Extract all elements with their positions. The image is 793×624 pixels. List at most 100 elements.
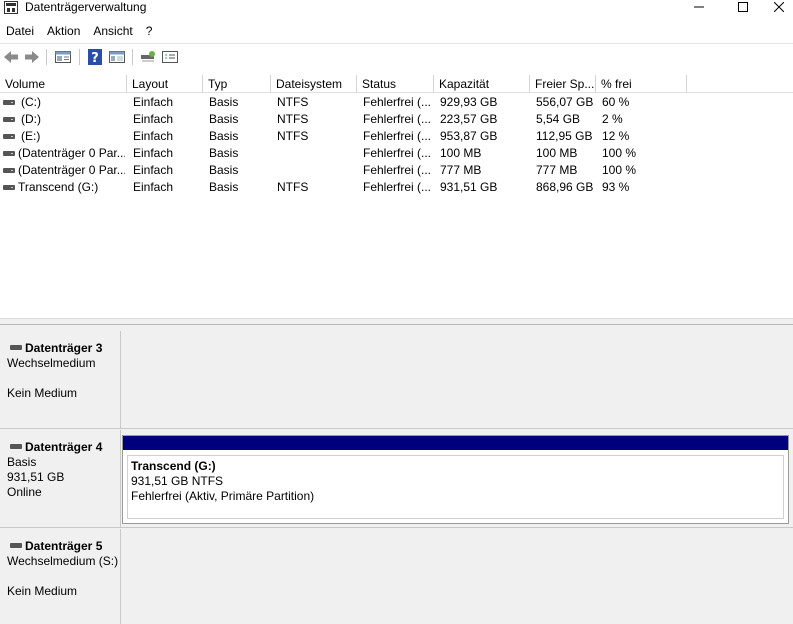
partition-block[interactable]: Transcend (G:) 931,51 GB NTFS Fehlerfrei… [122, 435, 789, 524]
cell-prozent-frei: 60 % [602, 95, 630, 109]
cell-volume: (Datenträger 0 Par... [18, 146, 125, 160]
disk-icon [10, 444, 22, 449]
cell-kapazitaet: 929,93 GB [440, 95, 498, 109]
drive-icon [3, 185, 15, 190]
disk-icon [10, 543, 22, 548]
toolbar: ? [0, 44, 793, 71]
cell-typ: Basis [209, 180, 239, 194]
back-arrow-icon[interactable] [2, 48, 20, 66]
cell-freier-speicher: 868,96 GB [536, 180, 594, 194]
column-header-typ[interactable]: Typ [203, 75, 271, 93]
drive-icon [3, 168, 15, 173]
disk-area: Transcend (G:) 931,51 GB NTFS Fehlerfrei… [122, 430, 793, 527]
rescan-icon[interactable] [139, 48, 157, 66]
cell-layout: Einfach [133, 112, 174, 126]
disk-status: Online [7, 485, 42, 499]
disk-name: Datenträger 5 [7, 539, 120, 554]
disk-name-text: Datenträger 5 [25, 539, 103, 553]
partition-title: Transcend (G:) [131, 459, 216, 473]
maximize-button[interactable] [720, 0, 766, 14]
cell-status: Fehlerfrei (... [363, 163, 432, 177]
table-row[interactable]: (C:) Einfach Basis NTFS Fehlerfrei (... … [0, 94, 793, 111]
disk-type: Wechselmedium (S:) [7, 554, 119, 568]
cell-volume: (D:) [21, 112, 41, 126]
menu-aktion[interactable]: Aktion [41, 21, 87, 42]
drive-icon [3, 151, 15, 156]
volume-list: Volume Layout Typ Dateisystem Status Kap… [0, 75, 793, 318]
cell-layout: Einfach [133, 180, 174, 194]
disk-area-empty [122, 529, 793, 624]
table-row[interactable]: (Datenträger 0 Par... Einfach Basis Fehl… [0, 162, 793, 179]
cell-kapazitaet: 223,57 GB [440, 112, 498, 126]
cell-layout: Einfach [133, 95, 174, 109]
toolbar-divider [79, 49, 80, 65]
close-icon [774, 2, 784, 12]
cell-freier-speicher: 556,07 GB [536, 95, 594, 109]
column-header-freier-speicher[interactable]: Freier Sp... [530, 75, 596, 93]
menu-bar: Datei Aktion Ansicht ? [0, 21, 793, 42]
pane-splitter[interactable] [0, 318, 793, 325]
cell-freier-speicher: 777 MB [536, 163, 578, 177]
disk-type: Basis [7, 455, 37, 469]
column-header-volume[interactable]: Volume [0, 75, 127, 93]
minimize-icon [694, 6, 704, 8]
cell-volume: Transcend (G:) [18, 180, 99, 194]
console-view-icon[interactable] [108, 48, 126, 66]
forward-arrow-icon[interactable] [23, 48, 41, 66]
column-header-dateisystem[interactable]: Dateisystem [271, 75, 357, 93]
maximize-icon [738, 2, 748, 12]
minimize-button[interactable] [676, 0, 722, 14]
cell-volume: (E:) [21, 129, 41, 143]
disk-name: Datenträger 3 [7, 341, 120, 356]
cell-layout: Einfach [133, 129, 174, 143]
column-header-layout[interactable]: Layout [127, 75, 203, 93]
menu-ansicht[interactable]: Ansicht [87, 21, 139, 42]
cell-dateisystem: NTFS [277, 180, 309, 194]
table-row[interactable]: (Datenträger 0 Par... Einfach Basis Fehl… [0, 145, 793, 162]
cell-prozent-frei: 100 % [602, 146, 637, 160]
disk-label[interactable]: Datenträger 3 Wechselmedium Kein Medium [0, 331, 121, 428]
table-row[interactable]: Transcend (G:) Einfach Basis NTFS Fehler… [0, 179, 793, 196]
disk-label[interactable]: Datenträger 4 Basis 931,51 GB Online [0, 430, 121, 527]
properties-icon[interactable] [54, 48, 72, 66]
cell-dateisystem: NTFS [277, 112, 309, 126]
disk-status: Kein Medium [7, 584, 78, 598]
cell-prozent-frei: 12 % [602, 129, 630, 143]
disk-type: Wechselmedium [7, 356, 96, 370]
disk-management-app-icon [4, 1, 18, 14]
cell-freier-speicher: 100 MB [536, 146, 578, 160]
table-row[interactable]: (D:) Einfach Basis NTFS Fehlerfrei (... … [0, 111, 793, 128]
toolbar-divider [46, 49, 47, 65]
drive-icon [3, 100, 15, 105]
column-header-kapazitaet[interactable]: Kapazität [434, 75, 530, 93]
close-button[interactable] [765, 0, 793, 14]
disk-row[interactable]: Datenträger 3 Wechselmedium Kein Medium [0, 331, 793, 429]
cell-dateisystem: NTFS [277, 129, 309, 143]
cell-status: Fehlerfrei (... [363, 95, 432, 109]
cell-prozent-frei: 2 % [602, 112, 623, 126]
disk-row[interactable]: Datenträger 5 Wechselmedium (S:) Kein Me… [0, 529, 793, 624]
cell-freier-speicher: 112,95 GB [536, 129, 593, 143]
column-header-status[interactable]: Status [357, 75, 434, 93]
menu-datei[interactable]: Datei [0, 21, 41, 42]
table-row[interactable]: (E:) Einfach Basis NTFS Fehlerfrei (... … [0, 128, 793, 145]
cell-status: Fehlerfrei (... [363, 180, 432, 194]
svg-text:?: ? [91, 51, 99, 66]
disk-area-empty [122, 331, 793, 428]
cell-dateisystem [277, 162, 355, 179]
disk-map: Datenträger 3 Wechselmedium Kein Medium … [0, 325, 793, 624]
cell-kapazitaet: 777 MB [440, 163, 482, 177]
column-header-prozent-frei[interactable]: % frei [596, 75, 687, 93]
cell-typ: Basis [209, 95, 239, 109]
table-header: Volume Layout Typ Dateisystem Status Kap… [0, 75, 793, 93]
cell-layout: Einfach [133, 146, 174, 160]
disk-row[interactable]: Datenträger 4 Basis 931,51 GB Online Tra… [0, 430, 793, 528]
help-icon[interactable]: ? [86, 48, 104, 66]
disk-label[interactable]: Datenträger 5 Wechselmedium (S:) Kein Me… [0, 529, 121, 624]
cell-typ: Basis [209, 163, 239, 177]
cell-prozent-frei: 100 % [602, 163, 637, 177]
title-bar: Datenträgerverwaltung [0, 0, 793, 18]
menu-help[interactable]: ? [140, 21, 160, 42]
cell-status: Fehlerfrei (... [363, 112, 432, 126]
settings-icon[interactable] [161, 48, 179, 66]
